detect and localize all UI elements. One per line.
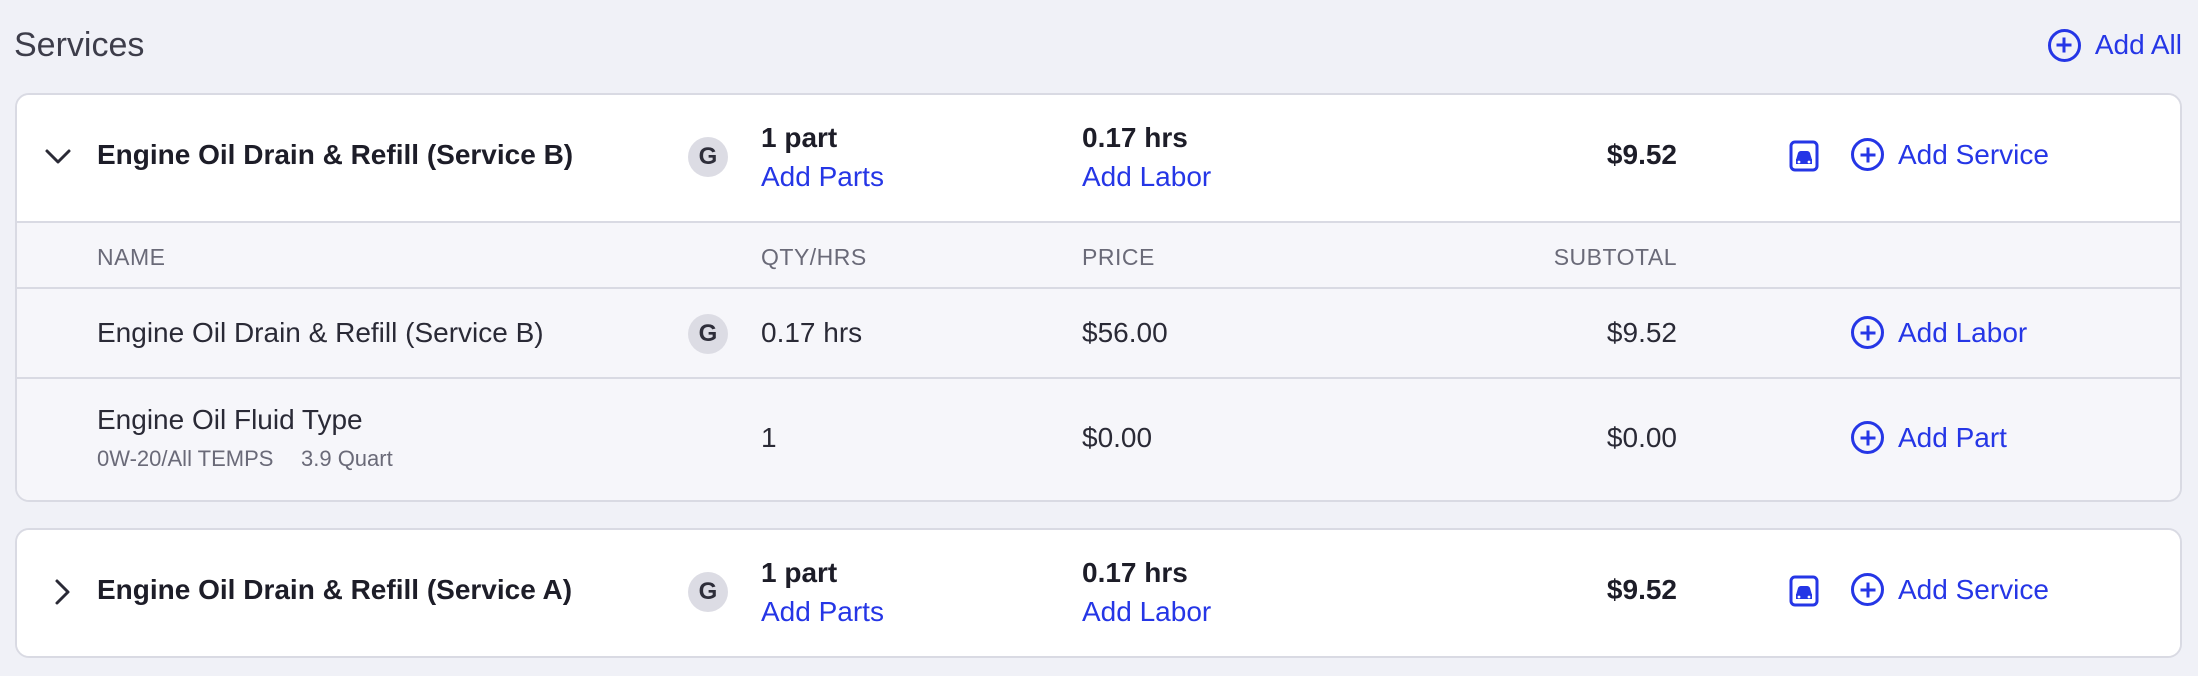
item-price: $0.00 bbox=[1082, 422, 1153, 453]
labor-hours: 0.17 hrs bbox=[1082, 557, 1188, 588]
add-service-button[interactable]: Add Service bbox=[1851, 138, 2049, 171]
item-fluid-capacity: 3.9 Quart bbox=[301, 446, 393, 471]
item-name: Engine Oil Fluid Type bbox=[97, 404, 363, 435]
add-service-button[interactable]: Add Service bbox=[1851, 573, 2049, 606]
plus-circle-icon bbox=[1851, 573, 1884, 606]
service-name: Engine Oil Drain & Refill (Service A) bbox=[97, 574, 573, 605]
car-icon[interactable] bbox=[1789, 575, 1819, 607]
plus-circle-icon bbox=[2047, 28, 2081, 62]
service-total: $9.52 bbox=[1606, 574, 1677, 605]
add-all-button[interactable]: Add All bbox=[2047, 28, 2182, 62]
item-qty: 0.17 hrs bbox=[761, 317, 863, 348]
column-qty: QTY/HRS bbox=[761, 244, 867, 270]
labor-hours: 0.17 hrs bbox=[1082, 122, 1188, 153]
service-card: Engine Oil Drain & Refill (Service B) G … bbox=[15, 93, 2182, 502]
add-part-label: Add Part bbox=[1898, 421, 2007, 453]
services-header: Services Add All bbox=[14, 22, 2182, 68]
add-parts-link[interactable]: Add Parts bbox=[761, 161, 884, 193]
service-total: $9.52 bbox=[1606, 139, 1677, 170]
add-part-button[interactable]: Add Part bbox=[1851, 421, 2007, 454]
car-icon[interactable] bbox=[1789, 140, 1819, 172]
service-summary-row: Engine Oil Drain & Refill (Service A) G … bbox=[17, 530, 2180, 656]
parts-count: 1 part bbox=[761, 122, 838, 153]
add-all-label: Add All bbox=[2094, 29, 2182, 60]
service-badge: G bbox=[688, 137, 728, 177]
add-service-label: Add Service bbox=[1898, 138, 2049, 170]
item-name: Engine Oil Drain & Refill (Service B) bbox=[97, 317, 544, 348]
column-subtotal: SUBTOTAL bbox=[1553, 244, 1677, 270]
add-labor-label: Add Labor bbox=[1898, 316, 2028, 348]
line-items-header: NAME QTY/HRS PRICE SUBTOTAL bbox=[17, 223, 2180, 289]
service-name: Engine Oil Drain & Refill (Service B) bbox=[97, 139, 574, 170]
table-row: Engine Oil Fluid Type 0W-20/All TEMPS 3.… bbox=[17, 379, 2180, 500]
column-name: NAME bbox=[97, 244, 166, 270]
plus-circle-icon bbox=[1851, 421, 1884, 454]
page-title: Services bbox=[14, 25, 145, 64]
add-service-label: Add Service bbox=[1898, 573, 2049, 605]
item-badge: G bbox=[688, 314, 728, 354]
plus-circle-icon bbox=[1851, 316, 1884, 349]
item-fluid-spec: 0W-20/All TEMPS bbox=[97, 446, 274, 471]
add-labor-link[interactable]: Add Labor bbox=[1082, 161, 1211, 193]
item-price: $56.00 bbox=[1082, 317, 1168, 348]
service-card: Engine Oil Drain & Refill (Service A) G … bbox=[15, 528, 2182, 658]
service-badge: G bbox=[688, 572, 728, 612]
item-qty: 1 bbox=[761, 422, 777, 453]
add-labor-link[interactable]: Add Labor bbox=[1082, 596, 1211, 628]
column-price: PRICE bbox=[1082, 244, 1155, 270]
item-subtotal: $9.52 bbox=[1606, 317, 1677, 348]
add-parts-link[interactable]: Add Parts bbox=[761, 596, 884, 628]
item-subtotal: $0.00 bbox=[1606, 422, 1677, 453]
parts-count: 1 part bbox=[761, 557, 838, 588]
add-labor-button[interactable]: Add Labor bbox=[1851, 316, 2027, 349]
service-summary-row: Engine Oil Drain & Refill (Service B) G … bbox=[17, 95, 2180, 223]
table-row: Engine Oil Drain & Refill (Service B) G … bbox=[17, 289, 2180, 379]
plus-circle-icon bbox=[1851, 138, 1884, 171]
chevron-down-icon[interactable] bbox=[43, 141, 73, 171]
chevron-right-icon[interactable] bbox=[47, 577, 77, 607]
